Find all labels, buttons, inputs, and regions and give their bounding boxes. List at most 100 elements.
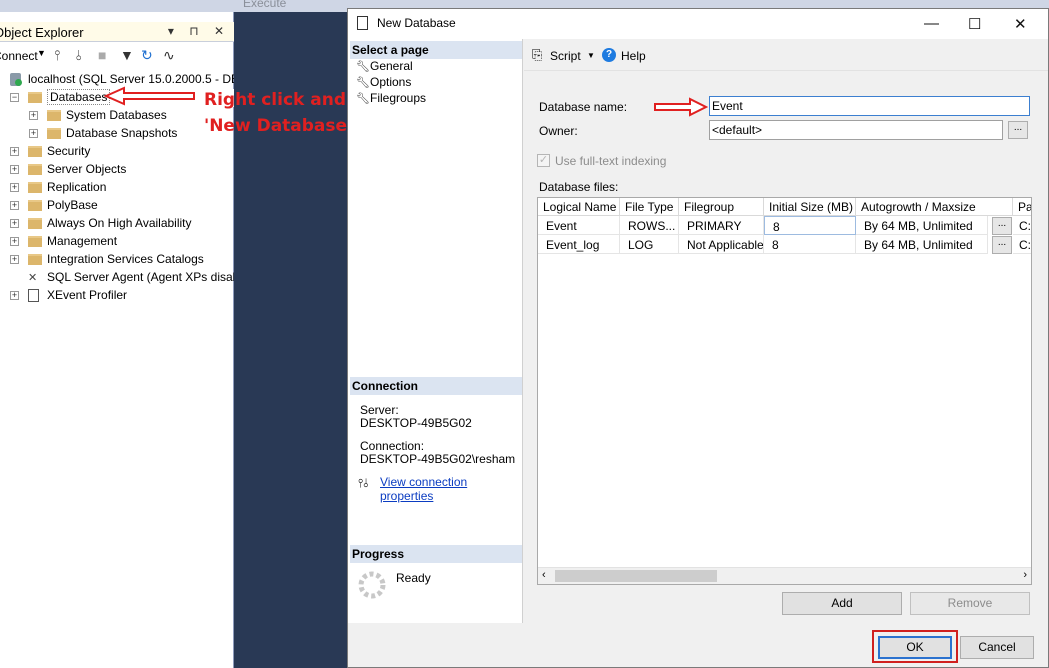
expand-icon[interactable]: + bbox=[29, 129, 38, 138]
tree-item[interactable]: + Management bbox=[0, 233, 234, 251]
expand-icon[interactable]: + bbox=[10, 183, 19, 192]
tree-item[interactable]: + XEvent Profiler bbox=[0, 287, 234, 305]
help-icon: ? bbox=[602, 48, 616, 62]
connect-icon[interactable]: ⫯ bbox=[54, 47, 60, 64]
page-options[interactable]: 🔧︎Options bbox=[356, 75, 411, 89]
collapse-icon[interactable]: − bbox=[10, 93, 19, 102]
connection-label: Connection: bbox=[360, 439, 425, 453]
maximize-button[interactable]: ☐ bbox=[968, 15, 981, 33]
tree-item[interactable]: + Server Objects bbox=[0, 161, 234, 179]
select-page-header: Select a page bbox=[350, 41, 522, 59]
filter-icon[interactable]: ▼ bbox=[120, 47, 134, 63]
expand-icon[interactable]: + bbox=[10, 291, 19, 300]
grid-cell[interactable]: LOG bbox=[620, 235, 679, 254]
database-icon bbox=[357, 16, 368, 30]
server-node-label: localhost (SQL Server 15.0.2000.5 - DESK… bbox=[28, 72, 234, 86]
close-button[interactable]: ✕ bbox=[1014, 15, 1027, 33]
new-database-dialog: New Database — ☐ ✕ Select a page 🔧︎Gener… bbox=[347, 8, 1049, 668]
grid-cell[interactable]: C: bbox=[1013, 235, 1031, 254]
column-header[interactable]: Logical Name bbox=[538, 198, 620, 216]
expand-icon[interactable]: + bbox=[10, 201, 19, 210]
grid-cell[interactable]: Event bbox=[538, 216, 620, 235]
view-connection-properties-link[interactable]: View connection properties bbox=[380, 475, 522, 503]
grid-cell[interactable]: 8 bbox=[764, 235, 856, 254]
grid-cell[interactable]: Not Applicable bbox=[679, 235, 764, 254]
tree-item[interactable]: + Database Snapshots bbox=[0, 125, 234, 143]
grid-cell[interactable]: PRIMARY bbox=[679, 216, 764, 235]
expand-icon[interactable]: + bbox=[10, 165, 19, 174]
folder-icon bbox=[28, 146, 42, 157]
expand-icon[interactable]: + bbox=[10, 255, 19, 264]
tree-item[interactable]: + Integration Services Catalogs bbox=[0, 251, 234, 269]
tree-item[interactable]: ✕ SQL Server Agent (Agent XPs disabled) bbox=[0, 269, 234, 287]
horizontal-scrollbar[interactable]: ‹ › bbox=[538, 567, 1031, 584]
add-button[interactable]: Add bbox=[782, 592, 902, 615]
tree-item[interactable]: + Replication bbox=[0, 179, 234, 197]
server-value: DESKTOP-49B5G02 bbox=[360, 416, 472, 430]
stop-icon[interactable]: ■ bbox=[98, 47, 106, 63]
progress-status: Ready bbox=[396, 571, 431, 585]
annotation-arrow-right-icon bbox=[654, 97, 708, 117]
column-header[interactable]: File Type bbox=[620, 198, 679, 216]
help-button[interactable]: Help bbox=[621, 49, 646, 63]
folder-icon bbox=[28, 182, 42, 193]
column-header[interactable]: Autogrowth / Maxsize bbox=[856, 198, 1013, 216]
execute-button[interactable]: Execute bbox=[243, 0, 286, 10]
folder-icon bbox=[28, 164, 42, 175]
connect-dropdown[interactable]: Connect bbox=[0, 49, 38, 63]
database-files-grid: Logical Name File Type Filegroup Initial… bbox=[537, 197, 1032, 585]
dialog-titlebar: New Database — ☐ ✕ bbox=[348, 9, 1048, 39]
autogrowth-browse-button[interactable]: ... bbox=[992, 217, 1012, 235]
grid-cell[interactable]: Event_log bbox=[538, 235, 620, 254]
page-general[interactable]: 🔧︎General bbox=[356, 59, 413, 73]
tree-item[interactable]: + PolyBase bbox=[0, 197, 234, 215]
autogrowth-browse-button[interactable]: ... bbox=[992, 236, 1012, 254]
scroll-left-icon[interactable]: ‹ bbox=[542, 569, 546, 581]
grid-cell[interactable]: C: bbox=[1013, 216, 1031, 235]
ok-button[interactable]: OK bbox=[878, 636, 952, 659]
tree-item-label: Server Objects bbox=[47, 162, 127, 176]
grid-cell[interactable]: By 64 MB, Unlimited bbox=[856, 235, 988, 254]
progress-header: Progress bbox=[350, 545, 522, 563]
column-header[interactable]: Initial Size (MB) bbox=[764, 198, 856, 216]
tree-item[interactable]: + Security bbox=[0, 143, 234, 161]
remove-button[interactable]: Remove bbox=[910, 592, 1030, 615]
panel-window-buttons[interactable]: ▾ ⊓ ✕ bbox=[168, 24, 230, 38]
activity-monitor-icon[interactable]: ∿ bbox=[163, 47, 175, 64]
column-header[interactable]: Path bbox=[1013, 198, 1031, 216]
database-name-input[interactable] bbox=[709, 96, 1030, 116]
expand-icon[interactable]: + bbox=[10, 237, 19, 246]
owner-browse-button[interactable]: ... bbox=[1008, 121, 1028, 139]
grid-cell[interactable]: ROWS... bbox=[620, 216, 679, 235]
owner-input[interactable] bbox=[709, 120, 1003, 140]
chevron-down-icon[interactable]: ▼ bbox=[587, 51, 595, 60]
scrollbar-thumb[interactable] bbox=[555, 570, 717, 582]
tree-item[interactable]: + System Databases bbox=[0, 107, 234, 125]
object-explorer-titlebar: Object Explorer ▾ ⊓ ✕ bbox=[0, 22, 234, 42]
scroll-right-icon[interactable]: › bbox=[1023, 569, 1027, 581]
page-options-label: Options bbox=[370, 75, 412, 89]
grid-cell[interactable]: By 64 MB, Unlimited bbox=[856, 216, 988, 235]
expand-icon[interactable]: + bbox=[10, 219, 19, 228]
script-button[interactable]: Script bbox=[550, 49, 581, 63]
minimize-button[interactable]: — bbox=[924, 15, 939, 32]
chevron-down-icon[interactable]: ▼ bbox=[37, 48, 46, 58]
object-explorer-title: Object Explorer bbox=[0, 25, 84, 40]
tree-item[interactable]: + Always On High Availability bbox=[0, 215, 234, 233]
page-filegroups[interactable]: 🔧︎Filegroups bbox=[356, 91, 426, 105]
cancel-button[interactable]: Cancel bbox=[960, 636, 1034, 659]
tree-item-label: Integration Services Catalogs bbox=[47, 252, 204, 266]
grid-cell[interactable]: 8 bbox=[764, 216, 856, 235]
object-explorer-panel: Object Explorer ▾ ⊓ ✕ Connect ▼ ⫯ ⫰ ■ ▼ … bbox=[0, 12, 234, 668]
fulltext-checkbox[interactable]: ✓ bbox=[537, 154, 550, 167]
expand-icon[interactable]: + bbox=[10, 147, 19, 156]
expand-icon[interactable]: + bbox=[29, 111, 38, 120]
tree-item-label: Always On High Availability bbox=[47, 216, 192, 230]
refresh-icon[interactable]: ↻ bbox=[141, 47, 153, 64]
tree-item-label: Database Snapshots bbox=[66, 126, 178, 140]
connection-properties-icon: ⫯⫰ bbox=[358, 476, 369, 490]
column-header[interactable]: Filegroup bbox=[679, 198, 764, 216]
tree-item-label: XEvent Profiler bbox=[47, 288, 128, 302]
disconnect-icon[interactable]: ⫰ bbox=[76, 47, 82, 64]
tree-item-label: Replication bbox=[47, 180, 107, 194]
